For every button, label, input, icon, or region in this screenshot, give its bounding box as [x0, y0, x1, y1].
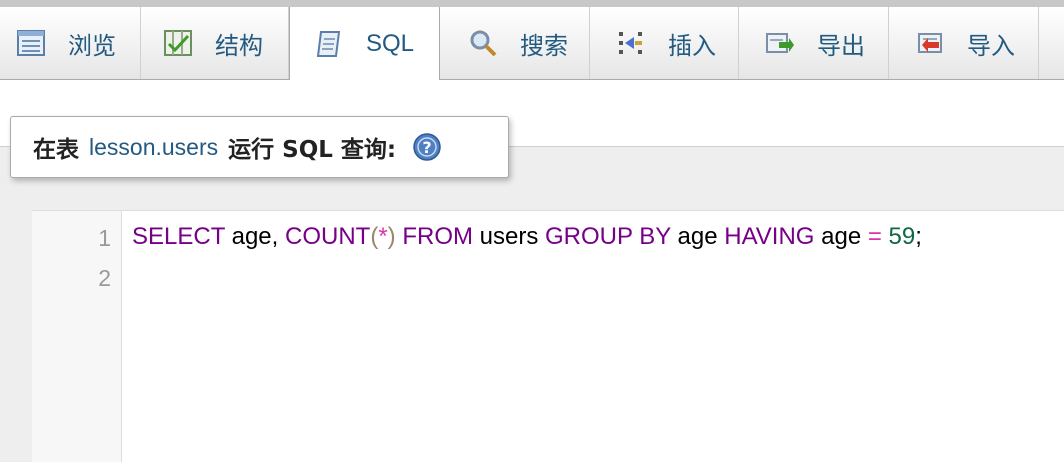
sql-keyword: HAVING: [724, 223, 815, 250]
search-icon: [470, 30, 497, 57]
import-icon: [918, 33, 942, 53]
svg-text:?: ?: [422, 138, 431, 157]
insert-icon: [619, 32, 642, 54]
sql-keyword: FROM: [395, 223, 473, 250]
phpmyadmin-table-sql-page: 浏览 结构 SQL 搜索 插入 导出 导入 在表 lesson.users 运行…: [0, 0, 1064, 462]
tab-browse[interactable]: 浏览: [0, 7, 141, 79]
sql-query-legend: 在表 lesson.users 运行 SQL 查询: ?: [10, 116, 509, 178]
table-tab-bar: 浏览 结构 SQL 搜索 插入 导出 导入: [0, 0, 1064, 81]
sql-identifier: age: [814, 223, 868, 250]
tab-export[interactable]: 导出: [739, 7, 889, 79]
sql-query-editor[interactable]: 1 2 SELECT age, COUNT(*) FROM users GROU…: [32, 210, 1064, 462]
tab-structure-label: 结构: [215, 31, 263, 60]
sql-function: COUNT: [284, 223, 371, 250]
tab-import[interactable]: 导入: [889, 7, 1039, 79]
browse-icon: [17, 30, 45, 56]
sql-space: [882, 223, 889, 250]
help-icon[interactable]: ?: [412, 132, 442, 162]
sql-identifier: age: [670, 223, 725, 250]
tab-insert-label: 插入: [668, 31, 716, 60]
tab-structure[interactable]: 结构: [141, 7, 289, 79]
legend-prefix: 在表: [33, 137, 79, 163]
tab-export-label: 导出: [817, 31, 865, 60]
sql-identifier: age,: [224, 223, 285, 250]
sql-semicolon: ;: [915, 223, 922, 250]
line-number-gutter: 1 2: [32, 211, 122, 462]
table-name-link[interactable]: lesson.users: [89, 134, 218, 161]
sql-star: *: [378, 223, 388, 250]
tab-sql-label: SQL: [366, 30, 415, 57]
sql-paren: ): [387, 223, 396, 250]
tab-search-label: 搜索: [520, 31, 568, 60]
tab-browse-label: 浏览: [68, 31, 116, 60]
line-number: 1: [98, 225, 111, 251]
tab-insert[interactable]: 插入: [590, 7, 739, 79]
sql-keyword: SELECT: [132, 223, 225, 250]
sql-code-line[interactable]: SELECT age, COUNT(*) FROM users GROUP BY…: [132, 223, 922, 251]
tab-import-label: 导入: [967, 31, 1015, 60]
sql-number: 59: [888, 223, 916, 250]
export-icon: [766, 33, 794, 53]
sql-operator: =: [867, 223, 882, 250]
sql-icon: [316, 31, 341, 57]
sql-identifier: users: [472, 223, 546, 250]
sql-keyword: GROUP BY: [545, 223, 671, 250]
tab-search[interactable]: 搜索: [440, 7, 590, 79]
tab-sql[interactable]: SQL: [289, 7, 440, 81]
line-number: 2: [98, 265, 111, 291]
legend-suffix: 运行 SQL 查询:: [228, 137, 397, 163]
structure-icon: [164, 30, 192, 56]
